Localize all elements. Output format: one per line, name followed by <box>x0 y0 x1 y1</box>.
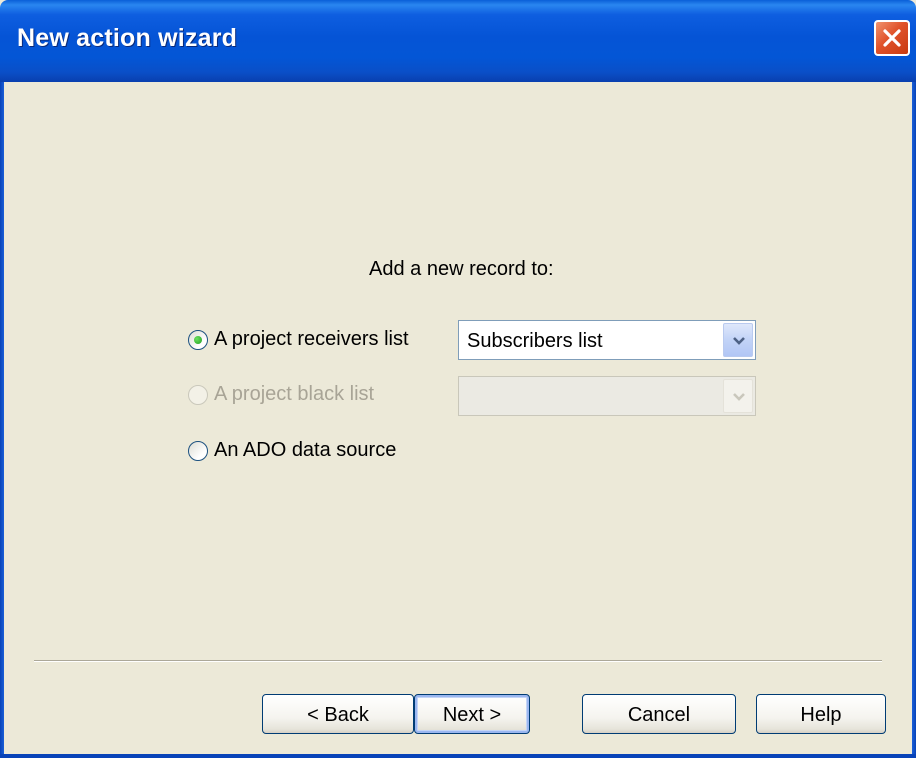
radio-button-disabled <box>188 384 208 405</box>
back-button[interactable]: < Back <box>262 694 414 734</box>
black-list-dropdown <box>458 376 756 416</box>
wizard-window: New action wizard Add a new record to: A… <box>0 0 916 758</box>
window-frame-bottom <box>0 754 916 758</box>
radio-button-checked[interactable] <box>188 329 208 350</box>
chevron-down-icon <box>733 393 745 401</box>
option-receivers-list[interactable]: A project receivers list <box>188 328 409 351</box>
option-label: An ADO data source <box>214 439 397 461</box>
option-black-list[interactable]: A project black list <box>188 383 374 406</box>
close-icon <box>883 29 901 47</box>
dropdown-button[interactable] <box>723 323 753 357</box>
title-bar[interactable]: New action wizard <box>0 0 916 82</box>
chevron-down-icon <box>733 337 745 345</box>
close-button[interactable] <box>874 20 910 56</box>
window-frame-left <box>0 82 4 758</box>
button-separator <box>34 660 882 662</box>
option-ado-data-source[interactable]: An ADO data source <box>188 439 396 462</box>
option-label: A project black list <box>214 383 375 405</box>
window-frame-right <box>912 82 916 758</box>
receivers-list-dropdown[interactable]: Subscribers list <box>458 320 756 360</box>
cancel-button[interactable]: Cancel <box>582 694 736 734</box>
dropdown-button <box>723 379 753 413</box>
dropdown-value: Subscribers list <box>467 330 603 352</box>
window-title: New action wizard <box>17 24 238 52</box>
help-button[interactable]: Help <box>756 694 886 734</box>
next-button[interactable]: Next > <box>414 694 530 734</box>
option-label: A project receivers list <box>214 328 409 350</box>
prompt-label: Add a new record to: <box>369 258 554 280</box>
radio-button[interactable] <box>188 440 208 461</box>
